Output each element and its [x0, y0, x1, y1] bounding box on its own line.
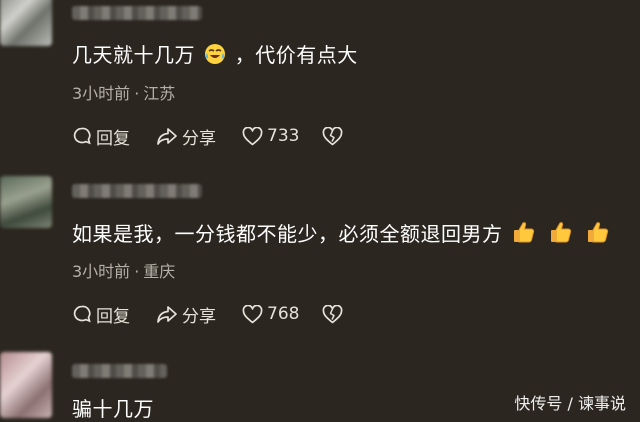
dislike-button[interactable]: [322, 302, 343, 326]
avatar[interactable]: [0, 352, 52, 418]
broken-heart-icon: [322, 126, 343, 146]
share-button[interactable]: 分享: [156, 124, 216, 149]
share-label: 分享: [182, 306, 216, 327]
share-label: 分享: [182, 128, 216, 149]
like-count: 733: [267, 126, 300, 146]
like-button[interactable]: 733: [242, 124, 299, 148]
comment-text-main: 如果是我，一分钱都不能少，必须全额退回男方: [72, 222, 503, 246]
dislike-button[interactable]: [322, 124, 343, 148]
reply-label: 回复: [96, 306, 130, 327]
username-blurred[interactable]: [72, 6, 202, 20]
meta-separator: ·: [134, 262, 140, 281]
comment-text: 几天就十几万 ，代价有点大: [72, 42, 358, 71]
meta-separator: ·: [134, 84, 140, 103]
avatar[interactable]: [0, 176, 52, 228]
thumbs-up-icon: [548, 220, 574, 250]
like-count: 768: [267, 304, 300, 324]
watermark: 快传号 / 谏事说: [514, 394, 626, 413]
thumbs-up-icon: [585, 220, 611, 250]
comment-time: 3小时前: [72, 84, 131, 103]
avatar[interactable]: [0, 0, 52, 46]
comment-meta: 3小时前 · 江苏: [72, 80, 175, 104]
share-icon: [156, 304, 178, 324]
comment-text-main: 骗十几万: [72, 397, 154, 421]
comment-text: 如果是我，一分钱都不能少，必须全额退回男方: [72, 220, 613, 250]
share-icon: [156, 126, 178, 146]
reply-button[interactable]: 回复: [72, 124, 130, 149]
heart-icon: [242, 126, 263, 146]
comment-text-suffix: ，代价有点大: [234, 43, 358, 67]
username-blurred[interactable]: [72, 184, 202, 198]
heart-icon: [242, 304, 263, 324]
reply-button[interactable]: 回复: [72, 302, 130, 327]
comment-time: 3小时前: [72, 262, 131, 281]
comment-location: 江苏: [143, 84, 176, 103]
broken-heart-icon: [322, 304, 343, 324]
reply-icon: [72, 126, 92, 146]
username-blurred[interactable]: [72, 364, 167, 378]
crying-laughing-face-icon: [204, 43, 226, 71]
comment-meta: 3小时前 · 重庆: [72, 258, 175, 282]
comment-text: 骗十几万: [72, 396, 154, 422]
reply-icon: [72, 304, 92, 324]
comment-location: 重庆: [143, 262, 176, 281]
reply-label: 回复: [96, 128, 130, 149]
thumbs-up-icon: [511, 220, 537, 250]
like-button[interactable]: 768: [242, 302, 299, 326]
comment-text-main: 几天就十几万: [72, 43, 195, 67]
share-button[interactable]: 分享: [156, 302, 216, 327]
